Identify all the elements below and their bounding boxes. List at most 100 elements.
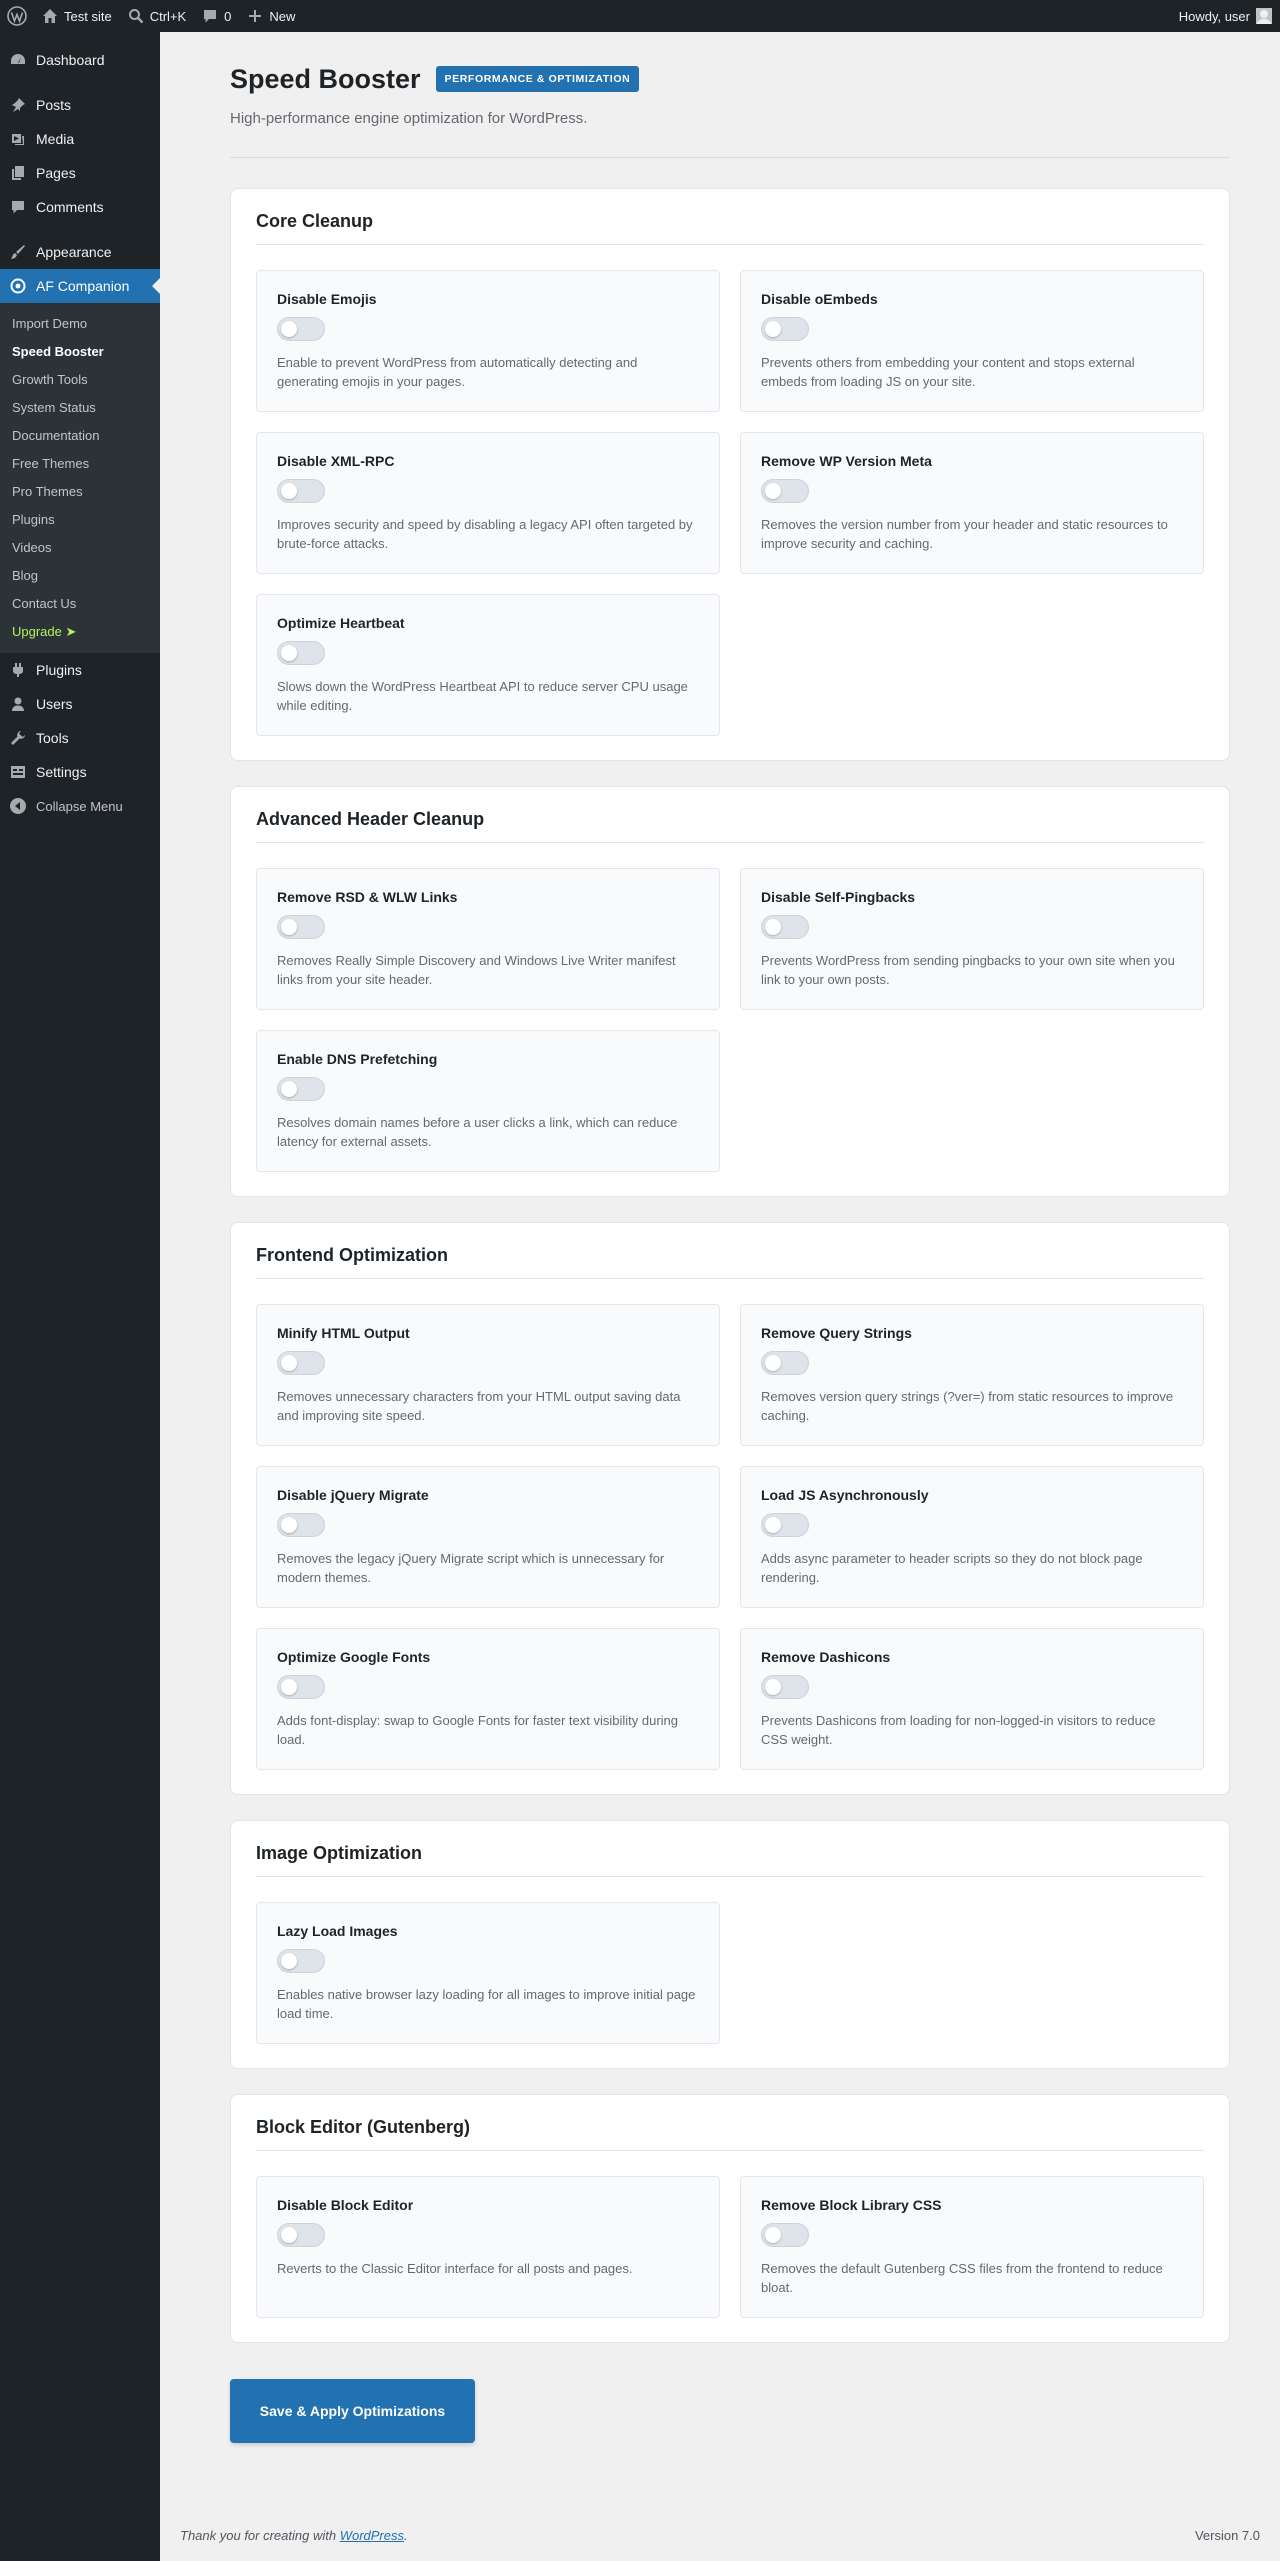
section-advanced-header-cleanup: Advanced Header Cleanup Remove RSD & WLW … [230, 786, 1230, 1197]
avatar [1256, 8, 1272, 24]
wordpress-link[interactable]: WordPress [340, 2528, 404, 2543]
plus-icon [249, 10, 262, 22]
option-card: Disable Emojis Enable to prevent WordPres… [256, 270, 720, 412]
option-card: Remove RSD & WLW Links Removes Really Sim… [256, 868, 720, 1010]
option-card: Remove Dashicons Prevents Dashicons from … [740, 1628, 1204, 1770]
option-toggle[interactable] [761, 2223, 809, 2247]
submenu-system-status[interactable]: System Status [0, 394, 160, 422]
wordpress-logo-icon[interactable] [0, 0, 34, 32]
option-title: Remove WP Version Meta [761, 453, 932, 469]
collapse-menu-button[interactable]: Collapse Menu [0, 789, 160, 823]
option-toggle[interactable] [761, 1351, 809, 1375]
dashboard-icon [11, 54, 25, 64]
option-description: Removes Really Simple Discovery and Wind… [277, 953, 676, 987]
menu-pages[interactable]: Pages [0, 156, 160, 190]
section-core-cleanup: Core Cleanup Disable Emojis Enable to prev… [230, 188, 1230, 761]
option-card: Optimize Heartbeat Slows down the WordPre… [256, 594, 720, 736]
page-subtitle: High-performance engine optimization for… [230, 110, 588, 127]
option-description: Removes version query strings (?ver=) fr… [761, 1389, 1174, 1423]
menu-tools[interactable]: Tools [0, 721, 160, 755]
option-title: Optimize Google Fonts [277, 1649, 431, 1665]
option-toggle[interactable] [277, 317, 325, 341]
new-content-link[interactable]: New [239, 0, 303, 32]
option-title: Disable Block Editor [277, 2197, 414, 2213]
option-toggle[interactable] [277, 1513, 325, 1537]
menu-af-companion[interactable]: AF Companion [0, 269, 160, 303]
option-description: Removes the version number from your hea… [761, 517, 1168, 551]
header-divider [230, 157, 1230, 158]
option-toggle[interactable] [761, 1513, 809, 1537]
option-title: Remove Dashicons [761, 1649, 891, 1665]
tools-icon [11, 731, 25, 745]
collapse-arrow-icon [10, 798, 26, 814]
greeting: Howdy, user [1178, 8, 1250, 24]
new-label: New [269, 8, 296, 24]
option-toggle[interactable] [761, 1675, 809, 1699]
submenu-plugins[interactable]: Plugins [0, 506, 160, 534]
option-toggle[interactable] [761, 317, 809, 341]
submenu-videos[interactable]: Videos [0, 534, 160, 562]
site-name-link[interactable]: Test site [34, 0, 120, 32]
search-shortcut-label: Ctrl+K [149, 8, 187, 24]
menu-users[interactable]: Users [0, 687, 160, 721]
option-toggle[interactable] [761, 915, 809, 939]
section-title: Block Editor (Gutenberg) [256, 2095, 1204, 2151]
submenu-upgrade[interactable]: Upgrade ➤ [0, 618, 160, 646]
option-description: Prevents WordPress from sending pingback… [761, 953, 1175, 987]
submenu-import-demo[interactable]: Import Demo [0, 310, 160, 338]
menu-settings[interactable]: Settings [0, 755, 160, 789]
submenu-documentation[interactable]: Documentation [0, 422, 160, 450]
submenu-speed-booster[interactable]: Speed Booster [0, 338, 160, 366]
option-title: Enable DNS Prefetching [277, 1051, 438, 1067]
my-account-link[interactable]: Howdy, user [1171, 0, 1280, 32]
option-title: Remove Query Strings [761, 1325, 912, 1341]
menu-dashboard[interactable]: Dashboard [0, 43, 160, 77]
option-toggle[interactable] [761, 479, 809, 503]
option-toggle[interactable] [277, 1675, 325, 1699]
option-card: Disable jQuery Migrate Removes the legacy… [256, 1466, 720, 1608]
menu-appearance[interactable]: Appearance [0, 235, 160, 269]
menu-comments[interactable]: Comments [0, 190, 160, 224]
pin-icon [12, 98, 25, 112]
pages-icon [12, 166, 24, 180]
option-title: Load JS Asynchronously [761, 1487, 929, 1503]
submenu-pro-themes[interactable]: Pro Themes [0, 478, 160, 506]
option-card: Disable Block Editor Reverts to the Class… [256, 2176, 720, 2318]
submenu-growth-tools[interactable]: Growth Tools [0, 366, 160, 394]
option-grid: Disable Block Editor Reverts to the Class… [256, 2176, 1204, 2318]
option-toggle[interactable] [277, 2223, 325, 2247]
submenu-contact-us[interactable]: Contact Us [0, 590, 160, 618]
search-shortcut-button[interactable]: Ctrl+K [120, 0, 194, 32]
menu-posts[interactable]: Posts [0, 88, 160, 122]
menu-media[interactable]: Media [0, 122, 160, 156]
comments-icon [12, 201, 24, 214]
option-toggle[interactable] [277, 1351, 325, 1375]
performance-badge: PERFORMANCE & OPTIMIZATION [435, 66, 640, 92]
submenu-free-themes[interactable]: Free Themes [0, 450, 160, 478]
option-toggle[interactable] [277, 641, 325, 665]
submenu-blog[interactable]: Blog [0, 562, 160, 590]
option-description: Prevents Dashicons from loading for non-… [761, 1713, 1156, 1747]
save-apply-button[interactable]: Save & Apply Optimizations [230, 2379, 475, 2443]
option-title: Minify HTML Output [277, 1325, 410, 1341]
option-card: Optimize Google Fonts Adds font-display: … [256, 1628, 720, 1770]
option-description: Resolves domain names before a user clic… [277, 1115, 678, 1149]
option-toggle[interactable] [277, 1077, 325, 1101]
option-description: Prevents others from embedding your cont… [761, 355, 1135, 389]
option-toggle[interactable] [277, 479, 325, 503]
main-content: Speed Booster PERFORMANCE & OPTIMIZATION… [160, 32, 1280, 2443]
option-description: Removes the legacy jQuery Migrate script… [277, 1551, 665, 1585]
media-icon [12, 134, 24, 145]
option-toggle[interactable] [277, 915, 325, 939]
section-title: Advanced Header Cleanup [256, 787, 1204, 843]
users-icon [12, 697, 24, 711]
option-description: Removes the default Gutenberg CSS files … [761, 2261, 1163, 2295]
section-title: Frontend Optimization [256, 1223, 1204, 1279]
menu-plugins[interactable]: Plugins [0, 653, 160, 687]
option-grid: Remove RSD & WLW Links Removes Really Sim… [256, 868, 1204, 1172]
comments-link[interactable]: 0 [194, 0, 239, 32]
option-toggle[interactable] [277, 1949, 325, 1973]
section-frontend-optimization: Frontend Optimization Minify HTML Output R… [230, 1222, 1230, 1795]
option-card: Disable XML-RPC Improves security and spe… [256, 432, 720, 574]
comments-count: 0 [224, 8, 232, 24]
